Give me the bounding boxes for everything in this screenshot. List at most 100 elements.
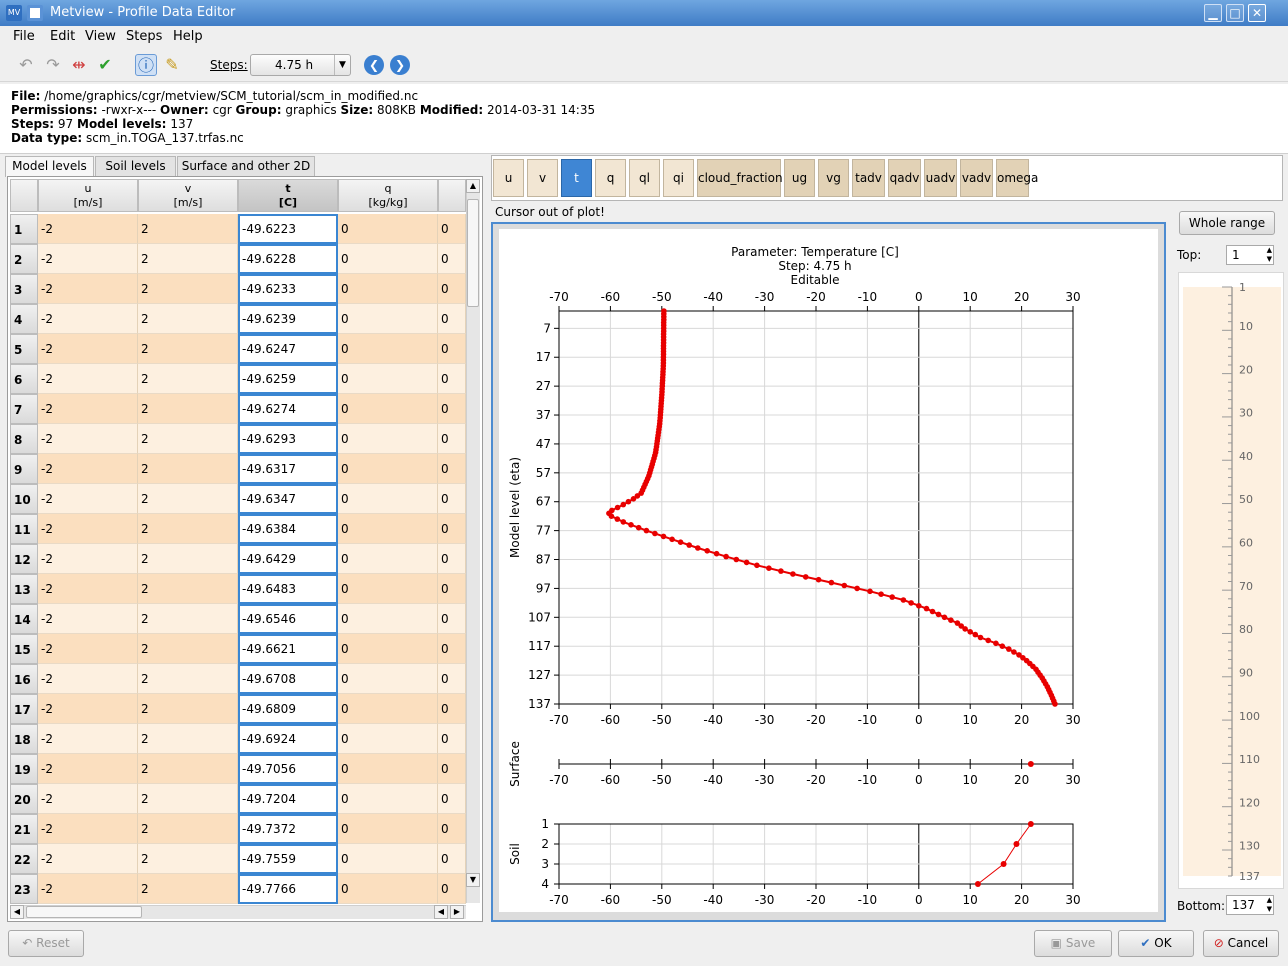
profile-plot[interactable]: Parameter: Temperature [C]Step: 4.75 hEd… xyxy=(499,229,1158,912)
table-cell[interactable]: 0 xyxy=(438,694,466,724)
table-cell[interactable]: 0 xyxy=(438,724,466,754)
scroll-down-icon[interactable]: ▼ xyxy=(466,873,480,887)
table-cell[interactable]: -2 xyxy=(38,694,138,724)
table-cell[interactable]: -2 xyxy=(38,334,138,364)
table-cell[interactable]: 2 xyxy=(138,334,238,364)
reset-button[interactable]: ↶ Reset xyxy=(8,930,84,957)
tab-surface-2d[interactable]: Surface and other 2D xyxy=(177,156,315,176)
table-cell[interactable]: -2 xyxy=(38,604,138,634)
table-cell[interactable]: 2 xyxy=(138,394,238,424)
save-button[interactable]: ▣ Save xyxy=(1034,930,1112,957)
param-button-t[interactable]: t xyxy=(561,159,592,197)
previous-step-icon[interactable]: ❮ xyxy=(364,55,384,75)
param-button-ql[interactable]: ql xyxy=(629,159,660,197)
window-menu-icon[interactable] xyxy=(27,5,43,21)
table-cell[interactable]: 0 xyxy=(338,304,438,334)
param-button-ug[interactable]: ug xyxy=(784,159,815,197)
table-cell[interactable]: 0 xyxy=(438,784,466,814)
cancel-button[interactable]: ⊘ Cancel xyxy=(1203,930,1279,957)
row-header[interactable]: 4 xyxy=(10,304,38,334)
table-cell[interactable]: -49.7372 xyxy=(238,814,338,844)
table-cell[interactable]: -49.7204 xyxy=(238,784,338,814)
param-button-v[interactable]: v xyxy=(527,159,558,197)
table-cell[interactable]: 0 xyxy=(438,214,466,244)
table-cell[interactable]: 0 xyxy=(438,604,466,634)
next-step-icon[interactable]: ❯ xyxy=(390,55,410,75)
table-cell[interactable]: 2 xyxy=(138,304,238,334)
table-cell[interactable]: 0 xyxy=(438,634,466,664)
scroll-left-end-icon[interactable]: ◀ xyxy=(434,905,448,919)
table-vertical-scrollbar[interactable]: ▲ ▼ xyxy=(466,179,480,903)
minimize-icon[interactable]: ▁ xyxy=(1204,4,1222,22)
param-button-q[interactable]: q xyxy=(595,159,626,197)
table-cell[interactable]: 2 xyxy=(138,424,238,454)
menu-steps[interactable]: Steps xyxy=(126,29,162,44)
table-cell[interactable]: -49.6223 xyxy=(238,214,338,244)
table-cell[interactable]: 0 xyxy=(338,334,438,364)
table-cell[interactable]: 0 xyxy=(438,754,466,784)
table-cell[interactable]: -49.7559 xyxy=(238,844,338,874)
table-cell[interactable]: 0 xyxy=(438,244,466,274)
table-cell[interactable]: -49.7056 xyxy=(238,754,338,784)
table-cell[interactable]: 0 xyxy=(438,274,466,304)
table-cell[interactable]: -2 xyxy=(38,544,138,574)
table-cell[interactable]: -49.6233 xyxy=(238,274,338,304)
undo-icon[interactable]: ↶ xyxy=(15,54,37,76)
table-cell[interactable]: 0 xyxy=(438,364,466,394)
row-header[interactable]: 7 xyxy=(10,394,38,424)
row-header[interactable]: 9 xyxy=(10,454,38,484)
scroll-up-icon[interactable]: ▲ xyxy=(466,179,480,193)
row-header[interactable]: 1 xyxy=(10,214,38,244)
table-cell[interactable]: 0 xyxy=(338,454,438,484)
table-cell[interactable]: -2 xyxy=(38,514,138,544)
row-header[interactable]: 18 xyxy=(10,724,38,754)
table-cell[interactable]: -2 xyxy=(38,724,138,754)
column-header-v[interactable]: v [m/s] xyxy=(138,179,238,212)
column-header-q[interactable]: q [kg/kg] xyxy=(338,179,438,212)
table-cell[interactable]: -2 xyxy=(38,634,138,664)
table-cell[interactable]: -2 xyxy=(38,814,138,844)
param-button-omega[interactable]: omega xyxy=(996,159,1038,197)
row-header[interactable]: 20 xyxy=(10,784,38,814)
table-cell[interactable]: 0 xyxy=(338,694,438,724)
table-cell[interactable]: -49.6708 xyxy=(238,664,338,694)
table-cell[interactable]: -2 xyxy=(38,574,138,604)
table-cell[interactable]: 0 xyxy=(338,424,438,454)
table-cell[interactable]: 0 xyxy=(438,664,466,694)
row-header[interactable]: 12 xyxy=(10,544,38,574)
table-cell[interactable]: -49.6247 xyxy=(238,334,338,364)
table-horizontal-scrollbar[interactable]: ◀ ◀ ▶ xyxy=(10,905,466,919)
table-cell[interactable]: 0 xyxy=(438,484,466,514)
row-header[interactable]: 16 xyxy=(10,664,38,694)
column-icon[interactable]: ⇹ xyxy=(68,54,90,76)
table-cell[interactable]: -2 xyxy=(38,754,138,784)
steps-select[interactable]: 4.75 h ▼ xyxy=(250,54,351,76)
table-cell[interactable]: -49.6259 xyxy=(238,364,338,394)
table-cell[interactable]: 2 xyxy=(138,544,238,574)
table-cell[interactable]: 2 xyxy=(138,214,238,244)
table-cell[interactable]: 0 xyxy=(338,214,438,244)
row-header[interactable]: 5 xyxy=(10,334,38,364)
table-cell[interactable]: 0 xyxy=(338,724,438,754)
table-cell[interactable]: 0 xyxy=(338,874,438,904)
table-cell[interactable]: -49.6384 xyxy=(238,514,338,544)
table-cell[interactable]: 2 xyxy=(138,484,238,514)
table-cell[interactable]: 0 xyxy=(438,454,466,484)
param-button-vg[interactable]: vg xyxy=(818,159,849,197)
row-header[interactable]: 15 xyxy=(10,634,38,664)
row-header[interactable]: 13 xyxy=(10,574,38,604)
scroll-left-icon[interactable]: ◀ xyxy=(10,905,24,919)
table-cell[interactable]: 0 xyxy=(338,574,438,604)
table-cell[interactable]: 0 xyxy=(338,814,438,844)
table-cell[interactable]: -2 xyxy=(38,364,138,394)
table-cell[interactable]: -2 xyxy=(38,394,138,424)
row-header[interactable]: 19 xyxy=(10,754,38,784)
check-icon[interactable]: ✔ xyxy=(94,54,116,76)
table-cell[interactable]: 2 xyxy=(138,754,238,784)
table-cell[interactable]: 2 xyxy=(138,634,238,664)
table-cell[interactable]: 0 xyxy=(338,484,438,514)
table-cell[interactable]: 0 xyxy=(438,394,466,424)
table-cell[interactable]: 0 xyxy=(338,364,438,394)
menu-edit[interactable]: Edit xyxy=(50,29,75,44)
table-cell[interactable]: 0 xyxy=(438,814,466,844)
